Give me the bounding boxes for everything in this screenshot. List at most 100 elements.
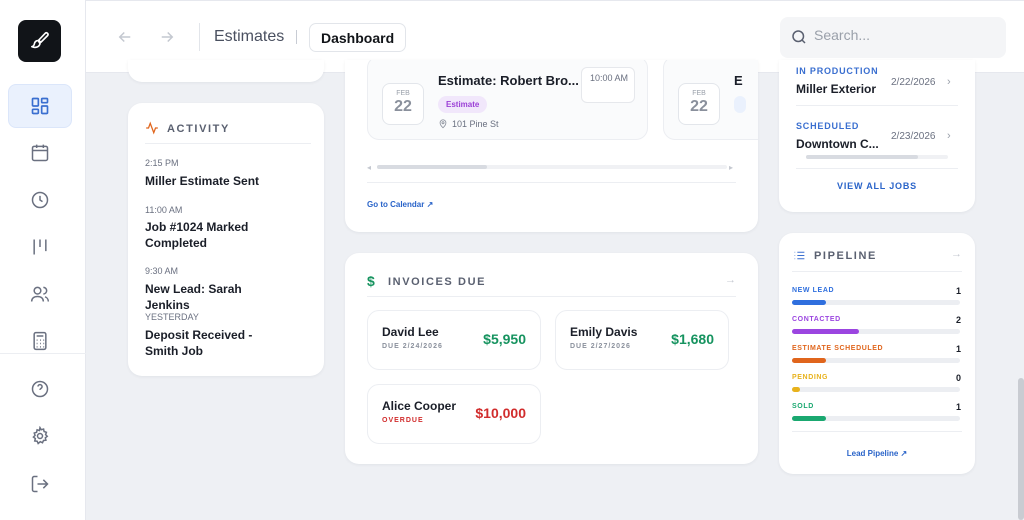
app-logo[interactable] (18, 20, 61, 62)
search-icon (792, 30, 806, 44)
breadcrumb-estimates[interactable]: Estimates (214, 28, 284, 46)
external-arrow-icon: ↗ (426, 200, 434, 209)
date-month: FEB (692, 90, 706, 97)
activity-title-text: New Lead: Sarah Jenkins (145, 282, 242, 312)
job-scrollbar[interactable] (806, 155, 948, 159)
carousel-scrollbar[interactable] (377, 165, 727, 169)
go-to-calendar-link[interactable]: Go to Calendar ↗ (367, 200, 433, 209)
date-day: 22 (690, 98, 708, 115)
invoice-item[interactable]: Emily Davis DUE 2/27/2026 $1,680 (555, 310, 729, 370)
sidebar-item-calendar[interactable] (8, 131, 72, 175)
scroll-right-arrow[interactable]: ▸ (729, 163, 733, 172)
card-divider (792, 271, 962, 272)
job-scroll-thumb[interactable] (806, 155, 918, 159)
sidebar-item-customers[interactable] (8, 272, 72, 316)
estimate-card[interactable]: FEB 22 E (663, 60, 758, 140)
chevron-right-icon[interactable]: › (947, 130, 951, 142)
card-divider (792, 431, 962, 432)
activity-pulse-icon (146, 121, 158, 135)
search-box[interactable] (780, 17, 1006, 58)
job-name[interactable]: Miller Exterior (796, 82, 876, 96)
tab-dashboard[interactable]: Dashboard (309, 23, 407, 52)
page-scrollbar[interactable] (1018, 378, 1024, 520)
pipeline-stage-fill (792, 358, 826, 363)
map-pin-icon (439, 119, 447, 129)
users-icon (30, 286, 50, 302)
pipeline-stage-bar (792, 300, 960, 305)
activity-time: YESTERDAY (145, 312, 199, 322)
invoices-title: INVOICES DUE (388, 276, 487, 288)
invoice-due: DUE 2/24/2026 (382, 343, 443, 350)
activity-title-text: Deposit Received - Smith Job (145, 328, 253, 358)
invoice-amount: $1,680 (671, 331, 714, 347)
search-input[interactable] (814, 27, 994, 43)
invoices-due-card: $ INVOICES DUE → David Lee DUE 2/24/2026… (345, 253, 758, 464)
job-divider (796, 105, 958, 106)
pipeline-card: PIPELINE → NEW LEAD 1 CONTACTED 2 ESTIMATE S… (779, 233, 975, 474)
pipeline-stage-bar (792, 416, 960, 421)
breadcrumb-separator (296, 30, 297, 44)
invoice-name: David Lee (382, 325, 439, 339)
pipeline-stage-label: SOLD (792, 403, 814, 410)
sidebar-item-calculator[interactable] (8, 319, 72, 363)
pipeline-stage-fill (792, 416, 826, 421)
logout-icon (31, 475, 49, 493)
pipeline-stage-count: 1 (955, 344, 961, 354)
invoice-item[interactable]: Alice Cooper OVERDUE $10,000 (367, 384, 541, 444)
gear-icon (32, 426, 49, 445)
estimate-address: 101 Pine St (452, 119, 499, 129)
calendar-icon (31, 144, 49, 162)
calculator-icon (33, 331, 47, 351)
chevron-right-icon[interactable]: › (947, 76, 951, 88)
view-all-jobs-link[interactable]: VIEW ALL JOBS (779, 181, 975, 191)
activity-title: ACTIVITY (167, 123, 230, 135)
lead-pipeline-link[interactable]: Lead Pipeline ↗ (779, 449, 975, 458)
external-arrow-icon: ↗ (900, 449, 908, 458)
date-month: FEB (396, 90, 410, 97)
sidebar-item-logout[interactable] (8, 462, 72, 506)
arrow-right-icon[interactable]: → (725, 274, 736, 286)
pipeline-stage-count: 1 (955, 402, 961, 412)
list-icon (794, 251, 805, 260)
activity-time: 11:00 AM (145, 205, 183, 215)
carousel-scroll-thumb[interactable] (377, 165, 487, 169)
sidebar-item-settings[interactable] (8, 414, 72, 458)
invoice-name: Alice Cooper (382, 399, 457, 413)
estimate-title: E (734, 73, 743, 88)
job-name[interactable]: Downtown C... (796, 137, 879, 151)
dollar-icon: $ (367, 273, 375, 289)
job-status: IN PRODUCTION (796, 66, 879, 76)
activity-divider (145, 143, 311, 144)
sidebar-item-dashboard[interactable] (8, 84, 72, 128)
estimate-title: Estimate: Robert Bro... (438, 73, 579, 88)
activity-time: 2:15 PM (145, 158, 179, 168)
activity-time: 9:30 AM (145, 266, 179, 276)
invoice-item[interactable]: David Lee DUE 2/24/2026 $5,950 (367, 310, 541, 370)
estimate-card[interactable]: FEB 22 Estimate: Robert Bro... Estimate … (367, 60, 648, 140)
date-badge: FEB 22 (382, 83, 424, 125)
activity-title-text: Job #1024 Marked Completed (145, 220, 249, 250)
pipeline-stage-count: 1 (955, 286, 961, 296)
sidebar-item-pipeline[interactable] (8, 225, 72, 269)
date-day: 22 (394, 98, 412, 115)
arrow-right-icon (161, 31, 174, 43)
back-button[interactable] (115, 27, 135, 47)
card-divider (367, 182, 736, 183)
scroll-left-arrow[interactable]: ◂ (367, 163, 371, 172)
sidebar (0, 0, 86, 520)
card-divider (367, 296, 736, 297)
forward-button[interactable] (157, 27, 177, 47)
upcoming-estimates-card: FEB 22 Estimate: Robert Bro... Estimate … (345, 60, 758, 232)
invoice-name: Emily Davis (570, 325, 638, 339)
sidebar-item-help[interactable] (8, 367, 72, 411)
invoice-overdue: OVERDUE (382, 417, 424, 424)
arrow-right-icon[interactable]: → (951, 248, 962, 260)
invoice-amount: $5,950 (483, 331, 526, 347)
pipeline-stage-bar (792, 387, 960, 392)
sidebar-item-time[interactable] (8, 178, 72, 222)
sidebar-divider (0, 353, 86, 354)
pipeline-stage-fill (792, 300, 826, 305)
pipeline-title: PIPELINE (814, 250, 877, 262)
pipeline-stage-bar (792, 358, 960, 363)
kanban-icon (33, 239, 47, 255)
